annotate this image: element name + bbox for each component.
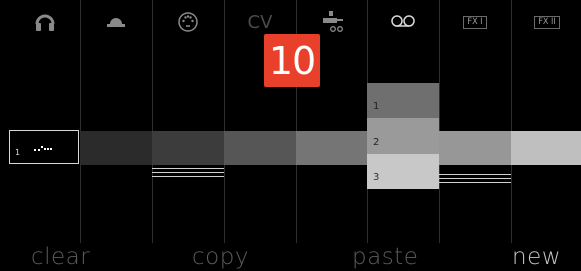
column-divider	[511, 0, 512, 243]
new-button[interactable]: new	[512, 244, 561, 270]
fx1-button[interactable]: FX I	[439, 10, 511, 34]
pattern-number-badge: 10	[264, 34, 320, 87]
column-divider	[80, 0, 81, 243]
track-cell[interactable]	[80, 131, 152, 165]
paste-button[interactable]: paste	[352, 244, 418, 270]
clear-button[interactable]: clear	[31, 244, 90, 270]
track-cell[interactable]	[152, 131, 224, 165]
dome-icon[interactable]	[80, 10, 152, 34]
selected-track-cell[interactable]: 1	[9, 130, 79, 164]
stack-slot-3[interactable]: 3	[367, 154, 439, 189]
copy-button[interactable]: copy	[192, 244, 249, 270]
fx2-button[interactable]: FX II	[511, 10, 581, 34]
fx2-label: FX II	[534, 15, 560, 29]
copy-marker-lines	[152, 168, 224, 180]
paste-marker-lines	[439, 174, 511, 186]
track-cell[interactable]	[439, 131, 511, 165]
pattern-dots-icon	[34, 146, 52, 151]
stack-slot-2[interactable]: 2	[367, 118, 439, 154]
column-divider	[439, 0, 440, 243]
stack-slot-1[interactable]: 1	[367, 83, 439, 118]
track-cell[interactable]	[224, 131, 296, 165]
fx1-label: FX I	[463, 15, 487, 29]
column-divider	[152, 0, 153, 243]
cv-label: CV	[247, 11, 273, 33]
connector-icon[interactable]	[296, 10, 368, 34]
track-cell[interactable]	[296, 131, 367, 165]
dial-icon[interactable]	[152, 10, 224, 34]
track-cell[interactable]	[511, 131, 581, 165]
selected-track-number: 1	[15, 148, 21, 157]
headphones-icon[interactable]	[9, 10, 81, 34]
tape-icon[interactable]	[367, 10, 439, 34]
cv-label-cell[interactable]: CV	[224, 10, 296, 34]
column-divider	[224, 0, 225, 243]
